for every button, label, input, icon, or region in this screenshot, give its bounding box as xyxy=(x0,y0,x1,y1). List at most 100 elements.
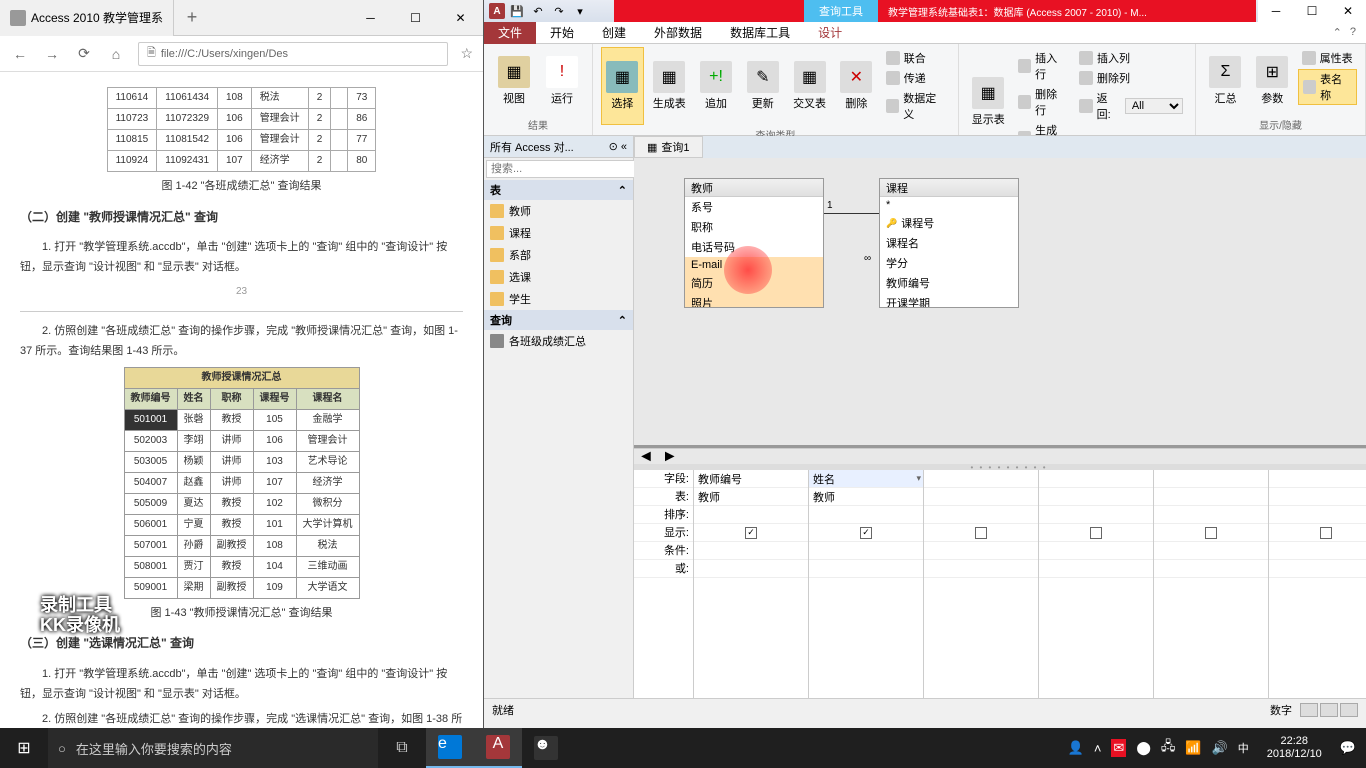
qbe-table-cell[interactable] xyxy=(1039,488,1153,506)
tab-file[interactable]: 文件 xyxy=(484,22,536,44)
qbe-sort-cell[interactable] xyxy=(809,506,923,524)
table-field[interactable]: E-mail xyxy=(685,257,823,273)
refresh-button[interactable]: ⟳ xyxy=(74,44,94,64)
insertrow-button[interactable]: 插入行 xyxy=(1014,49,1071,83)
home-button[interactable]: ⌂ xyxy=(106,44,126,64)
select-query-button[interactable]: ▦选择 xyxy=(601,47,644,125)
union-button[interactable]: 联合 xyxy=(882,49,950,67)
qbe-show-checkbox[interactable]: ✓ xyxy=(745,527,757,539)
tray-chevron-icon[interactable]: ˄ xyxy=(1094,741,1102,756)
qbe-show-checkbox[interactable] xyxy=(1320,527,1332,539)
maximize-button[interactable]: ☐ xyxy=(393,0,438,36)
redo-icon[interactable]: ↷ xyxy=(550,2,568,20)
qbe-table-cell[interactable]: 教师 xyxy=(694,488,808,506)
totals-button[interactable]: Σ汇总 xyxy=(1204,47,1247,115)
tablenames-button[interactable]: 表名称 xyxy=(1298,69,1357,105)
table-box-teacher[interactable]: 教师 系号职称电话号码E-mail简历照片 xyxy=(684,178,824,308)
qbe-field-cell[interactable]: 教师编号 xyxy=(694,470,808,488)
qbe-show-cell[interactable] xyxy=(1154,524,1268,542)
qbe-criteria-cell[interactable] xyxy=(809,560,923,578)
ribbon-collapse-icon[interactable]: ⌃ xyxy=(1333,26,1342,39)
qbe-show-checkbox[interactable] xyxy=(975,527,987,539)
query-tab[interactable]: ▦ 查询1 xyxy=(634,136,703,158)
qbe-criteria-cell[interactable] xyxy=(924,560,1038,578)
qbe-criteria-cell[interactable] xyxy=(1039,560,1153,578)
table-field[interactable]: 系号 xyxy=(685,197,823,217)
nav-table-item[interactable]: 选课 xyxy=(484,266,633,288)
qbe-criteria-cell[interactable] xyxy=(694,542,808,560)
datasheet-view-icon[interactable] xyxy=(1300,703,1318,717)
qbe-field-cell[interactable] xyxy=(924,470,1038,488)
wifi-icon[interactable]: 📶 xyxy=(1185,740,1201,756)
qbe-criteria-cell[interactable] xyxy=(1039,542,1153,560)
undo-icon[interactable]: ↶ xyxy=(529,2,547,20)
tray-network-icon[interactable]: 🖧 xyxy=(1161,737,1176,759)
table-field[interactable]: 学分 xyxy=(880,253,1018,273)
qbe-field-cell[interactable]: 姓名 xyxy=(809,470,923,488)
nav-table-item[interactable]: 学生 xyxy=(484,288,633,310)
nav-query-item[interactable]: 各班级成绩汇总 xyxy=(484,330,633,352)
qbe-field-cell[interactable] xyxy=(1039,470,1153,488)
qbe-table-cell[interactable] xyxy=(1269,488,1366,506)
tab-home[interactable]: 开始 xyxy=(536,22,588,44)
table-field[interactable]: 教师编号 xyxy=(880,273,1018,293)
table-field[interactable]: 照片 xyxy=(685,293,823,307)
notification-icon[interactable]: 💬 xyxy=(1340,740,1356,756)
qbe-sort-cell[interactable] xyxy=(1039,506,1153,524)
table-field[interactable]: 课程名 xyxy=(880,233,1018,253)
tab-design[interactable]: 设计 xyxy=(804,22,856,44)
qbe-criteria-cell[interactable] xyxy=(1269,560,1366,578)
nav-dropdown-icon[interactable]: ⊙ « xyxy=(609,140,627,153)
design-view-icon[interactable] xyxy=(1340,703,1358,717)
task-view-button[interactable]: ⧉ xyxy=(378,728,426,768)
tray-mail-icon[interactable]: ✉ xyxy=(1111,739,1126,757)
tab-create[interactable]: 创建 xyxy=(588,22,640,44)
tab-external[interactable]: 外部数据 xyxy=(640,22,716,44)
passthrough-button[interactable]: 传递 xyxy=(882,69,950,87)
taskbar-access[interactable]: A xyxy=(474,728,522,768)
qbe-show-cell[interactable]: ✓ xyxy=(809,524,923,542)
qbe-field-cell[interactable] xyxy=(1269,470,1366,488)
access-maximize-button[interactable]: ☐ xyxy=(1294,0,1330,22)
maketable-button[interactable]: ▦生成表 xyxy=(648,47,691,125)
save-icon[interactable]: 💾 xyxy=(508,2,526,20)
nav-group-queries[interactable]: 查询⌃ xyxy=(484,310,633,330)
crosstab-button[interactable]: ▦交叉表 xyxy=(788,47,831,125)
table-field[interactable]: * xyxy=(880,197,1018,213)
nav-search-input[interactable] xyxy=(486,160,638,178)
nav-group-tables[interactable]: 表⌃ xyxy=(484,180,633,200)
deletecol-button[interactable]: 删除列 xyxy=(1075,69,1187,87)
qbe-show-checkbox[interactable]: ✓ xyxy=(860,527,872,539)
run-button[interactable]: !运行 xyxy=(540,47,584,115)
table-field[interactable]: 简历 xyxy=(685,273,823,293)
table-field[interactable]: 职称 xyxy=(685,217,823,237)
qbe-table-cell[interactable] xyxy=(924,488,1038,506)
taskbar-edge[interactable]: e xyxy=(426,728,474,768)
datadef-button[interactable]: 数据定义 xyxy=(882,89,950,123)
deleterow-button[interactable]: 删除行 xyxy=(1014,85,1071,119)
table-field[interactable]: 课程号 xyxy=(880,213,1018,233)
qbe-field-cell[interactable] xyxy=(1154,470,1268,488)
qbe-criteria-cell[interactable] xyxy=(1269,542,1366,560)
qbe-sort-cell[interactable] xyxy=(694,506,808,524)
delete-query-button[interactable]: ✕删除 xyxy=(835,47,878,125)
propsheet-button[interactable]: 属性表 xyxy=(1298,49,1357,67)
update-button[interactable]: ✎更新 xyxy=(741,47,784,125)
qbe-show-cell[interactable]: ✓ xyxy=(694,524,808,542)
qbe-sort-cell[interactable] xyxy=(924,506,1038,524)
qbe-criteria-cell[interactable] xyxy=(1154,560,1268,578)
nav-table-item[interactable]: 课程 xyxy=(484,222,633,244)
table-field[interactable]: 电话号码 xyxy=(685,237,823,257)
qbe-show-cell[interactable] xyxy=(924,524,1038,542)
new-tab-button[interactable]: + xyxy=(174,7,210,28)
qbe-criteria-cell[interactable] xyxy=(694,560,808,578)
favorite-button[interactable]: ☆ xyxy=(460,45,473,62)
forward-button[interactable]: → xyxy=(42,44,62,64)
qbe-show-checkbox[interactable] xyxy=(1205,527,1217,539)
close-button[interactable]: ✕ xyxy=(438,0,483,36)
address-bar[interactable]: 🗎 file:///C:/Users/xingen/Des xyxy=(138,42,448,66)
nav-pane-header[interactable]: 所有 Access 对... ⊙ « xyxy=(484,136,633,158)
view-button[interactable]: ▦视图 xyxy=(492,47,536,115)
insertcol-button[interactable]: 插入列 xyxy=(1075,49,1187,67)
append-button[interactable]: +!追加 xyxy=(695,47,738,125)
